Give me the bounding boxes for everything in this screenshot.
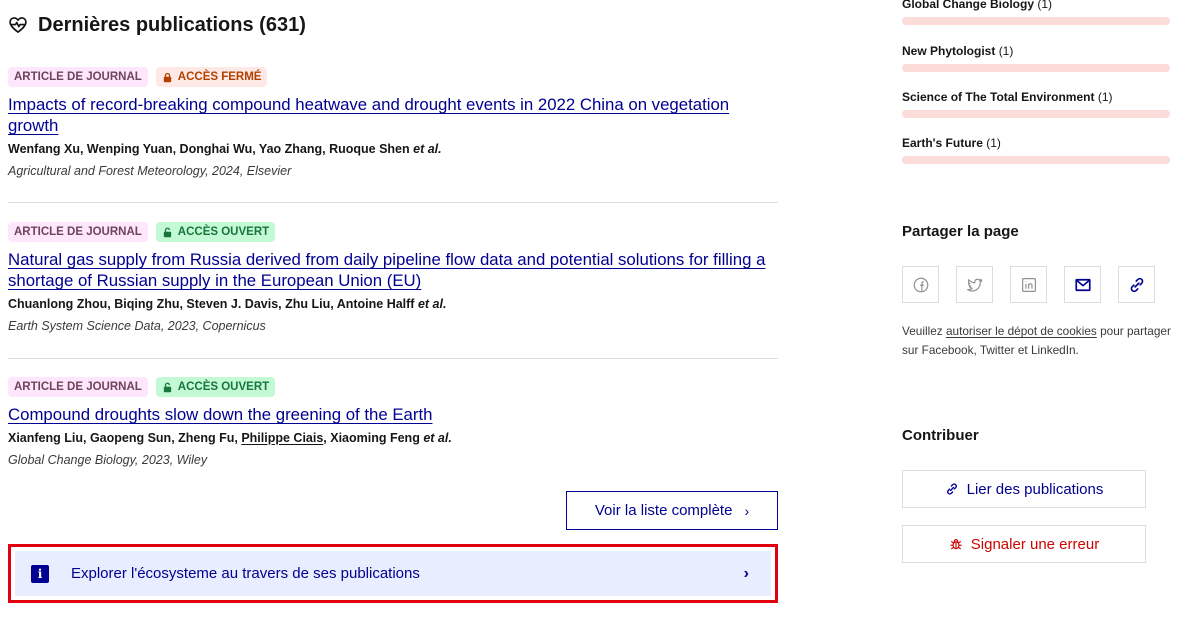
share-mail-button[interactable] [1064, 266, 1101, 303]
et-al: et al. [423, 431, 452, 445]
journal-name: Science of The Total Environment [902, 90, 1095, 104]
unlock-icon [163, 227, 171, 237]
et-al: et al. [413, 142, 442, 156]
publication-item: ARTICLE DE JOURNAL ACCÈS OUVERT Compound… [8, 377, 778, 468]
section-title: Dernières publications (631) [38, 13, 306, 36]
report-error-label: Signaler une erreur [970, 535, 1100, 553]
authors-text: , Xiaoming Feng [323, 431, 420, 445]
publication-title-link[interactable]: Natural gas supply from Russia derived f… [8, 249, 778, 291]
sidebar: Global Change Biology (1) New Phytologis… [902, 0, 1192, 627]
authors-text: Wenfang Xu, Wenping Yuan, Donghai Wu, Ya… [8, 142, 410, 156]
explore-highlight-frame: i Explorer l'écosysteme au travers de se… [8, 544, 778, 603]
explore-ecosystem-link[interactable]: i Explorer l'écosysteme au travers de se… [15, 551, 771, 596]
copy-link-button[interactable] [1118, 266, 1155, 303]
access-tag-label: ACCÈS OUVERT [177, 226, 270, 238]
chevron-right-icon: › [743, 564, 749, 582]
share-facebook-button[interactable] [902, 266, 939, 303]
link-icon [1130, 277, 1143, 292]
section-header: Dernières publications (631) [8, 12, 306, 38]
author-link[interactable]: Philippe Ciais [241, 431, 323, 445]
share-title: Partager la page [902, 223, 1019, 240]
access-tag-label: ACCÈS OUVERT [177, 381, 270, 393]
publication-item: ARTICLE DE JOURNAL ACCÈS FERMÉ Impacts o… [8, 67, 778, 179]
publication-authors: Xianfeng Liu, Gaopeng Sun, Zheng Fu, Phi… [8, 430, 778, 446]
linkedin-icon [1021, 277, 1036, 292]
type-tag: ARTICLE DE JOURNAL [8, 222, 148, 242]
heart-pulse-icon [8, 15, 28, 35]
access-open-tag: ACCÈS OUVERT [155, 222, 276, 242]
divider [8, 358, 778, 359]
journal-name: Global Change Biology [902, 0, 1035, 11]
publication-source: Earth System Science Data, 2023, Coperni… [8, 319, 266, 333]
authors-text: Chuanlong Zhou, Biqing Zhu, Steven J. Da… [8, 297, 415, 311]
mail-icon [1074, 278, 1091, 291]
journal-name: New Phytologist [902, 44, 996, 58]
journal-bar [902, 156, 1170, 164]
facebook-icon [913, 277, 928, 292]
publication-item: ARTICLE DE JOURNAL ACCÈS OUVERT Natural … [8, 222, 778, 334]
journal-label: Earth's Future (1) [902, 136, 1170, 150]
share-note: Veuillez autoriser le dépot de cookies p… [902, 322, 1172, 360]
publication-authors: Wenfang Xu, Wenping Yuan, Donghai Wu, Ya… [8, 141, 778, 157]
journal-count: (1) [1037, 0, 1053, 11]
link-publications-label: Lier des publications [966, 480, 1104, 498]
journal-count: (1) [1097, 90, 1113, 104]
journal-bar [902, 110, 1170, 118]
type-tag: ARTICLE DE JOURNAL [8, 67, 148, 87]
divider [8, 202, 778, 203]
share-twitter-button[interactable] [956, 266, 993, 303]
publication-authors: Chuanlong Zhou, Biqing Zhu, Steven J. Da… [8, 296, 778, 312]
share-buttons [902, 266, 1155, 303]
chevron-right-icon: › [744, 502, 750, 519]
journal-count: (1) [998, 44, 1014, 58]
share-note-text: Veuillez [902, 324, 946, 338]
authors-text: Xianfeng Liu, Gaopeng Sun, Zheng Fu, [8, 431, 242, 445]
access-open-tag: ACCÈS OUVERT [155, 377, 276, 397]
authorize-cookies-link[interactable]: autoriser le dépot de cookies [946, 324, 1097, 338]
journal-item: Earth's Future (1) [902, 136, 1170, 164]
et-al: et al. [417, 297, 447, 311]
publication-title-link[interactable]: Impacts of record-breaking compound heat… [8, 94, 778, 136]
report-error-button[interactable]: Signaler une erreur [902, 525, 1146, 563]
journal-item: Science of The Total Environment (1) [902, 90, 1170, 118]
publication-title-link[interactable]: Compound droughts slow down the greening… [8, 404, 778, 425]
explore-label: Explorer l'écosysteme au travers de ses … [71, 565, 420, 582]
journal-item: New Phytologist (1) [902, 44, 1170, 72]
publication-source: Agricultural and Forest Meteorology, 202… [8, 164, 292, 178]
journal-name: Earth's Future [902, 136, 983, 150]
journal-bar [902, 64, 1170, 72]
twitter-icon [966, 278, 982, 292]
share-linkedin-button[interactable] [1010, 266, 1047, 303]
access-tag-label: ACCÈS FERMÉ [177, 71, 262, 83]
link-publications-button[interactable]: Lier des publications [902, 470, 1146, 508]
bug-icon [949, 539, 962, 550]
publication-source: Global Change Biology, 2023, Wiley [8, 453, 208, 467]
see-all-label: Voir la liste complète [594, 502, 733, 519]
journal-label: Science of The Total Environment (1) [902, 90, 1170, 104]
contribute-title: Contribuer [902, 427, 979, 444]
info-icon: i [31, 564, 49, 583]
journal-bar [902, 17, 1170, 25]
unlock-icon [163, 382, 171, 392]
lock-icon [163, 72, 171, 82]
journal-label: New Phytologist (1) [902, 44, 1170, 58]
see-full-list-button[interactable]: Voir la liste complète › [566, 491, 778, 530]
journal-count: (1) [986, 136, 1001, 150]
access-closed-tag: ACCÈS FERMÉ [155, 67, 268, 87]
publications-section: Dernières publications (631) ARTICLE DE … [8, 0, 778, 627]
journal-label: Global Change Biology (1) [902, 0, 1170, 11]
type-tag: ARTICLE DE JOURNAL [8, 377, 148, 397]
link-icon [946, 483, 957, 495]
journal-item: Global Change Biology (1) [902, 0, 1170, 25]
